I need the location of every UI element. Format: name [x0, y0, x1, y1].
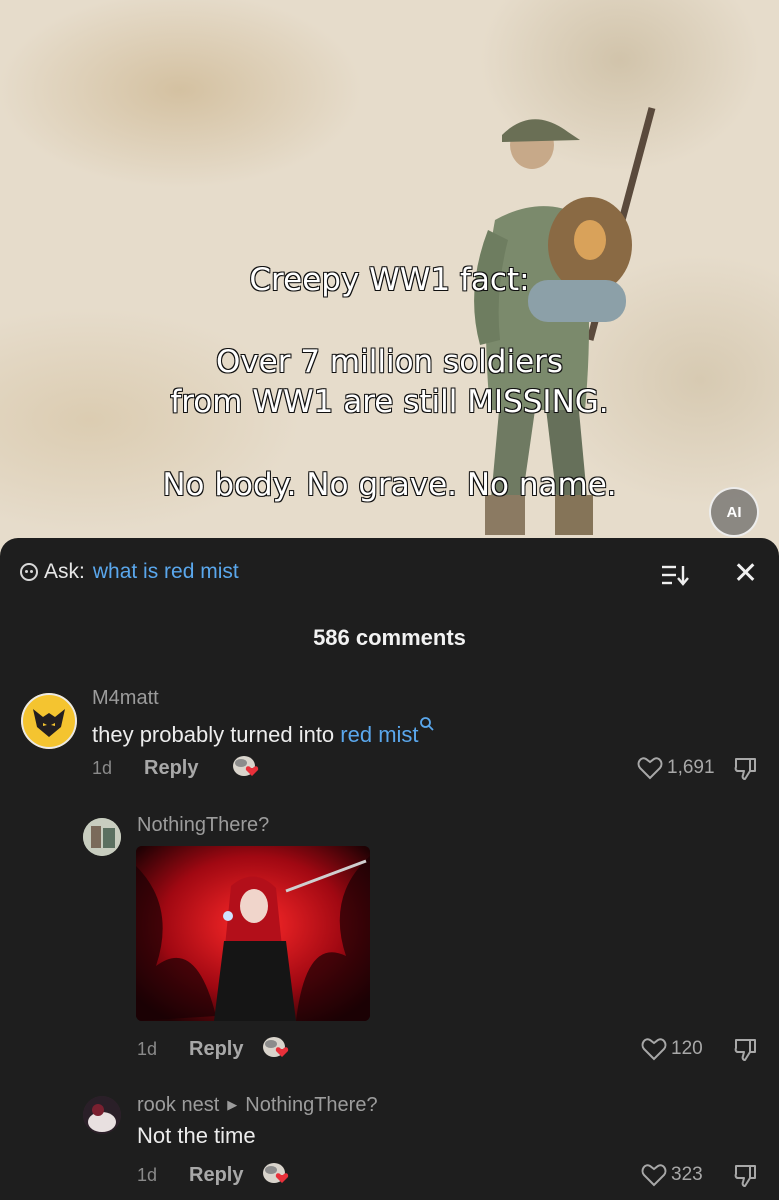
dislike-icon[interactable] — [733, 1163, 759, 1189]
like-count: 1,691 — [667, 757, 715, 778]
like-button[interactable]: 120 — [641, 1037, 703, 1061]
reply-arrow-icon: ▶ — [227, 1097, 238, 1112]
like-count: 120 — [671, 1038, 703, 1059]
like-button[interactable]: 323 — [641, 1163, 703, 1187]
comment-username-line: rook nest ▶ NothingThere? — [137, 1094, 378, 1117]
heart-sticker-icon[interactable] — [262, 1035, 290, 1059]
dislike-icon[interactable] — [733, 1037, 759, 1063]
reply-button[interactable]: Reply — [189, 1038, 243, 1061]
heart-sticker-icon[interactable] — [232, 754, 260, 778]
like-button[interactable]: 1,691 — [637, 756, 715, 780]
ask-query-link[interactable]: what is red mist — [93, 560, 239, 584]
ai-badge-label: AI — [726, 503, 742, 521]
comments-panel: Ask: what is red mist ✕ 586 comments M4m… — [0, 538, 779, 1200]
caption-line-1: Creepy WW1 fact: — [249, 261, 531, 298]
comment-time: 1d — [137, 1039, 158, 1059]
video-player[interactable]: Creepy WW1 fact: Over 7 million soldiers… — [0, 0, 779, 560]
heart-icon — [641, 1038, 667, 1061]
search-icon — [419, 717, 434, 731]
ask-ai-icon — [20, 563, 38, 581]
comments-count: 586 comments — [313, 625, 466, 650]
caption-line-2: Over 7 million soldiers — [215, 343, 564, 380]
comment-text: they probably turned into red mist — [92, 716, 435, 748]
ai-badge-button[interactable]: AI — [709, 487, 759, 537]
comment-image[interactable] — [136, 846, 370, 1021]
reply-to-username[interactable]: NothingThere? — [245, 1094, 377, 1116]
heart-sticker-icon[interactable] — [262, 1161, 290, 1185]
dislike-icon[interactable] — [733, 756, 759, 782]
avatar[interactable] — [83, 1096, 121, 1134]
reply-button[interactable]: Reply — [189, 1164, 243, 1187]
comment-search-link[interactable]: red mist — [340, 722, 418, 747]
comment-time: 1d — [137, 1165, 158, 1185]
close-icon[interactable]: ✕ — [733, 559, 758, 589]
heart-icon — [637, 757, 663, 780]
avatar-image — [83, 818, 121, 856]
ask-search-bar[interactable]: Ask: what is red mist — [20, 560, 239, 584]
avatar[interactable] — [21, 693, 77, 749]
ask-label: Ask: — [44, 560, 85, 583]
comment-time: 1d — [92, 758, 113, 778]
wolf-logo-icon — [21, 693, 77, 749]
avatar-image — [83, 1096, 121, 1134]
comment-username[interactable]: NothingThere? — [137, 814, 269, 837]
reply-button[interactable]: Reply — [144, 757, 198, 780]
heart-icon — [641, 1164, 667, 1187]
caption-line-3: from WW1 are still MISSING. — [170, 383, 610, 420]
comment-username[interactable]: M4matt — [92, 687, 159, 710]
sort-icon[interactable] — [660, 564, 690, 586]
like-count: 323 — [671, 1164, 703, 1185]
avatar[interactable] — [83, 818, 121, 856]
anime-character-image — [136, 846, 370, 1021]
comment-text-prefix: they probably turned into — [92, 722, 341, 747]
comment-username[interactable]: rook nest — [137, 1094, 219, 1116]
comment-text: Not the time — [137, 1123, 256, 1148]
caption-line-4: No body. No grave. No name. — [162, 466, 618, 503]
